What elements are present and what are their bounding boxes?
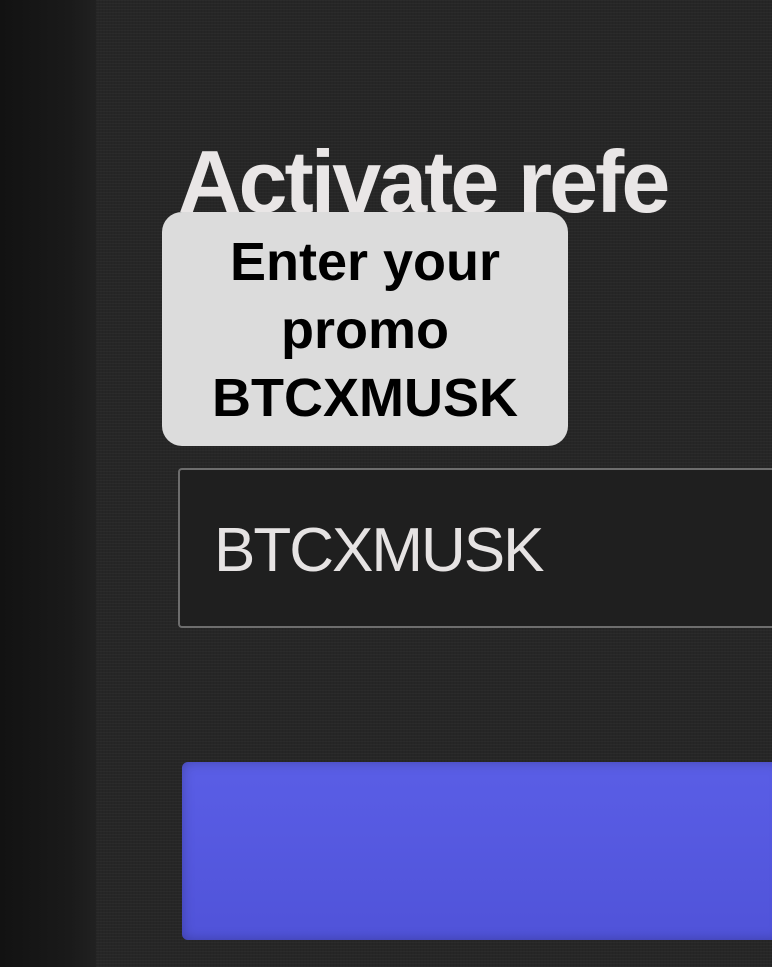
caption-line-2: promo [281, 300, 449, 360]
monitor-bezel [0, 0, 100, 967]
promo-code-input[interactable]: BTCXMUSK [178, 468, 772, 628]
caption-line-1: Enter your [229, 232, 501, 292]
overlay-caption: Enter your promo BTCXMUSK [162, 212, 568, 446]
promo-code-value: BTCXMUSK [214, 516, 544, 585]
caption-line-3: BTCXMUSK [212, 368, 518, 428]
activate-button[interactable] [182, 762, 772, 940]
